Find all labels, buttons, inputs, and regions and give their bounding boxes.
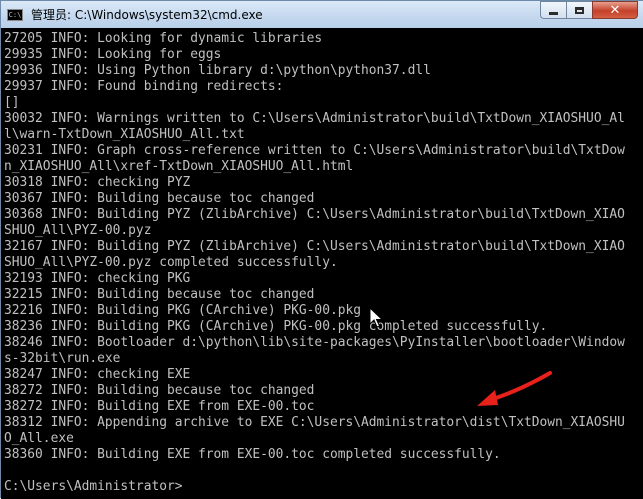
title-bar[interactable]: C:\ 管理员: C:\Windows\system32\cmd.exe ✕ — [1, 1, 643, 28]
minimize-button[interactable] — [540, 1, 566, 19]
console-output[interactable]: 27205 INFO: Looking for dynamic librarie… — [1, 28, 643, 499]
cmd-app-icon[interactable]: C:\ — [7, 9, 23, 21]
window-title: 管理员: C:\Windows\system32\cmd.exe — [31, 8, 263, 22]
cmd-window: C:\ 管理员: C:\Windows\system32\cmd.exe ✕ 2… — [0, 0, 643, 499]
window-controls: ✕ — [540, 1, 638, 19]
maximize-button[interactable] — [566, 1, 592, 19]
red-arrow-annotation — [477, 371, 552, 406]
minimize-icon — [549, 11, 558, 15]
close-button[interactable]: ✕ — [592, 1, 638, 19]
close-icon: ✕ — [609, 2, 621, 18]
maximize-icon — [575, 6, 584, 14]
cmd-icon-label: C:\ — [8, 10, 22, 19]
